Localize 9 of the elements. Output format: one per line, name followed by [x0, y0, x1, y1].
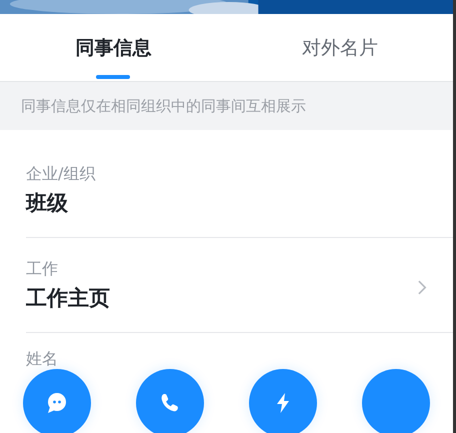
notice-text: 同事信息仅在相同组织中的同事间互相展示 — [21, 96, 306, 117]
tab[interactable]: 同事信息 — [0, 14, 226, 81]
field-label: 姓名 — [26, 348, 59, 370]
field-value: 班级 — [26, 190, 69, 216]
chevron-right-icon[interactable] — [418, 280, 427, 295]
field-value: 工作主页 — [26, 285, 111, 312]
field-label: 工作 — [26, 258, 59, 280]
tab[interactable]: 对外名片 — [226, 14, 453, 81]
field-label: 企业/组织 — [26, 162, 96, 184]
